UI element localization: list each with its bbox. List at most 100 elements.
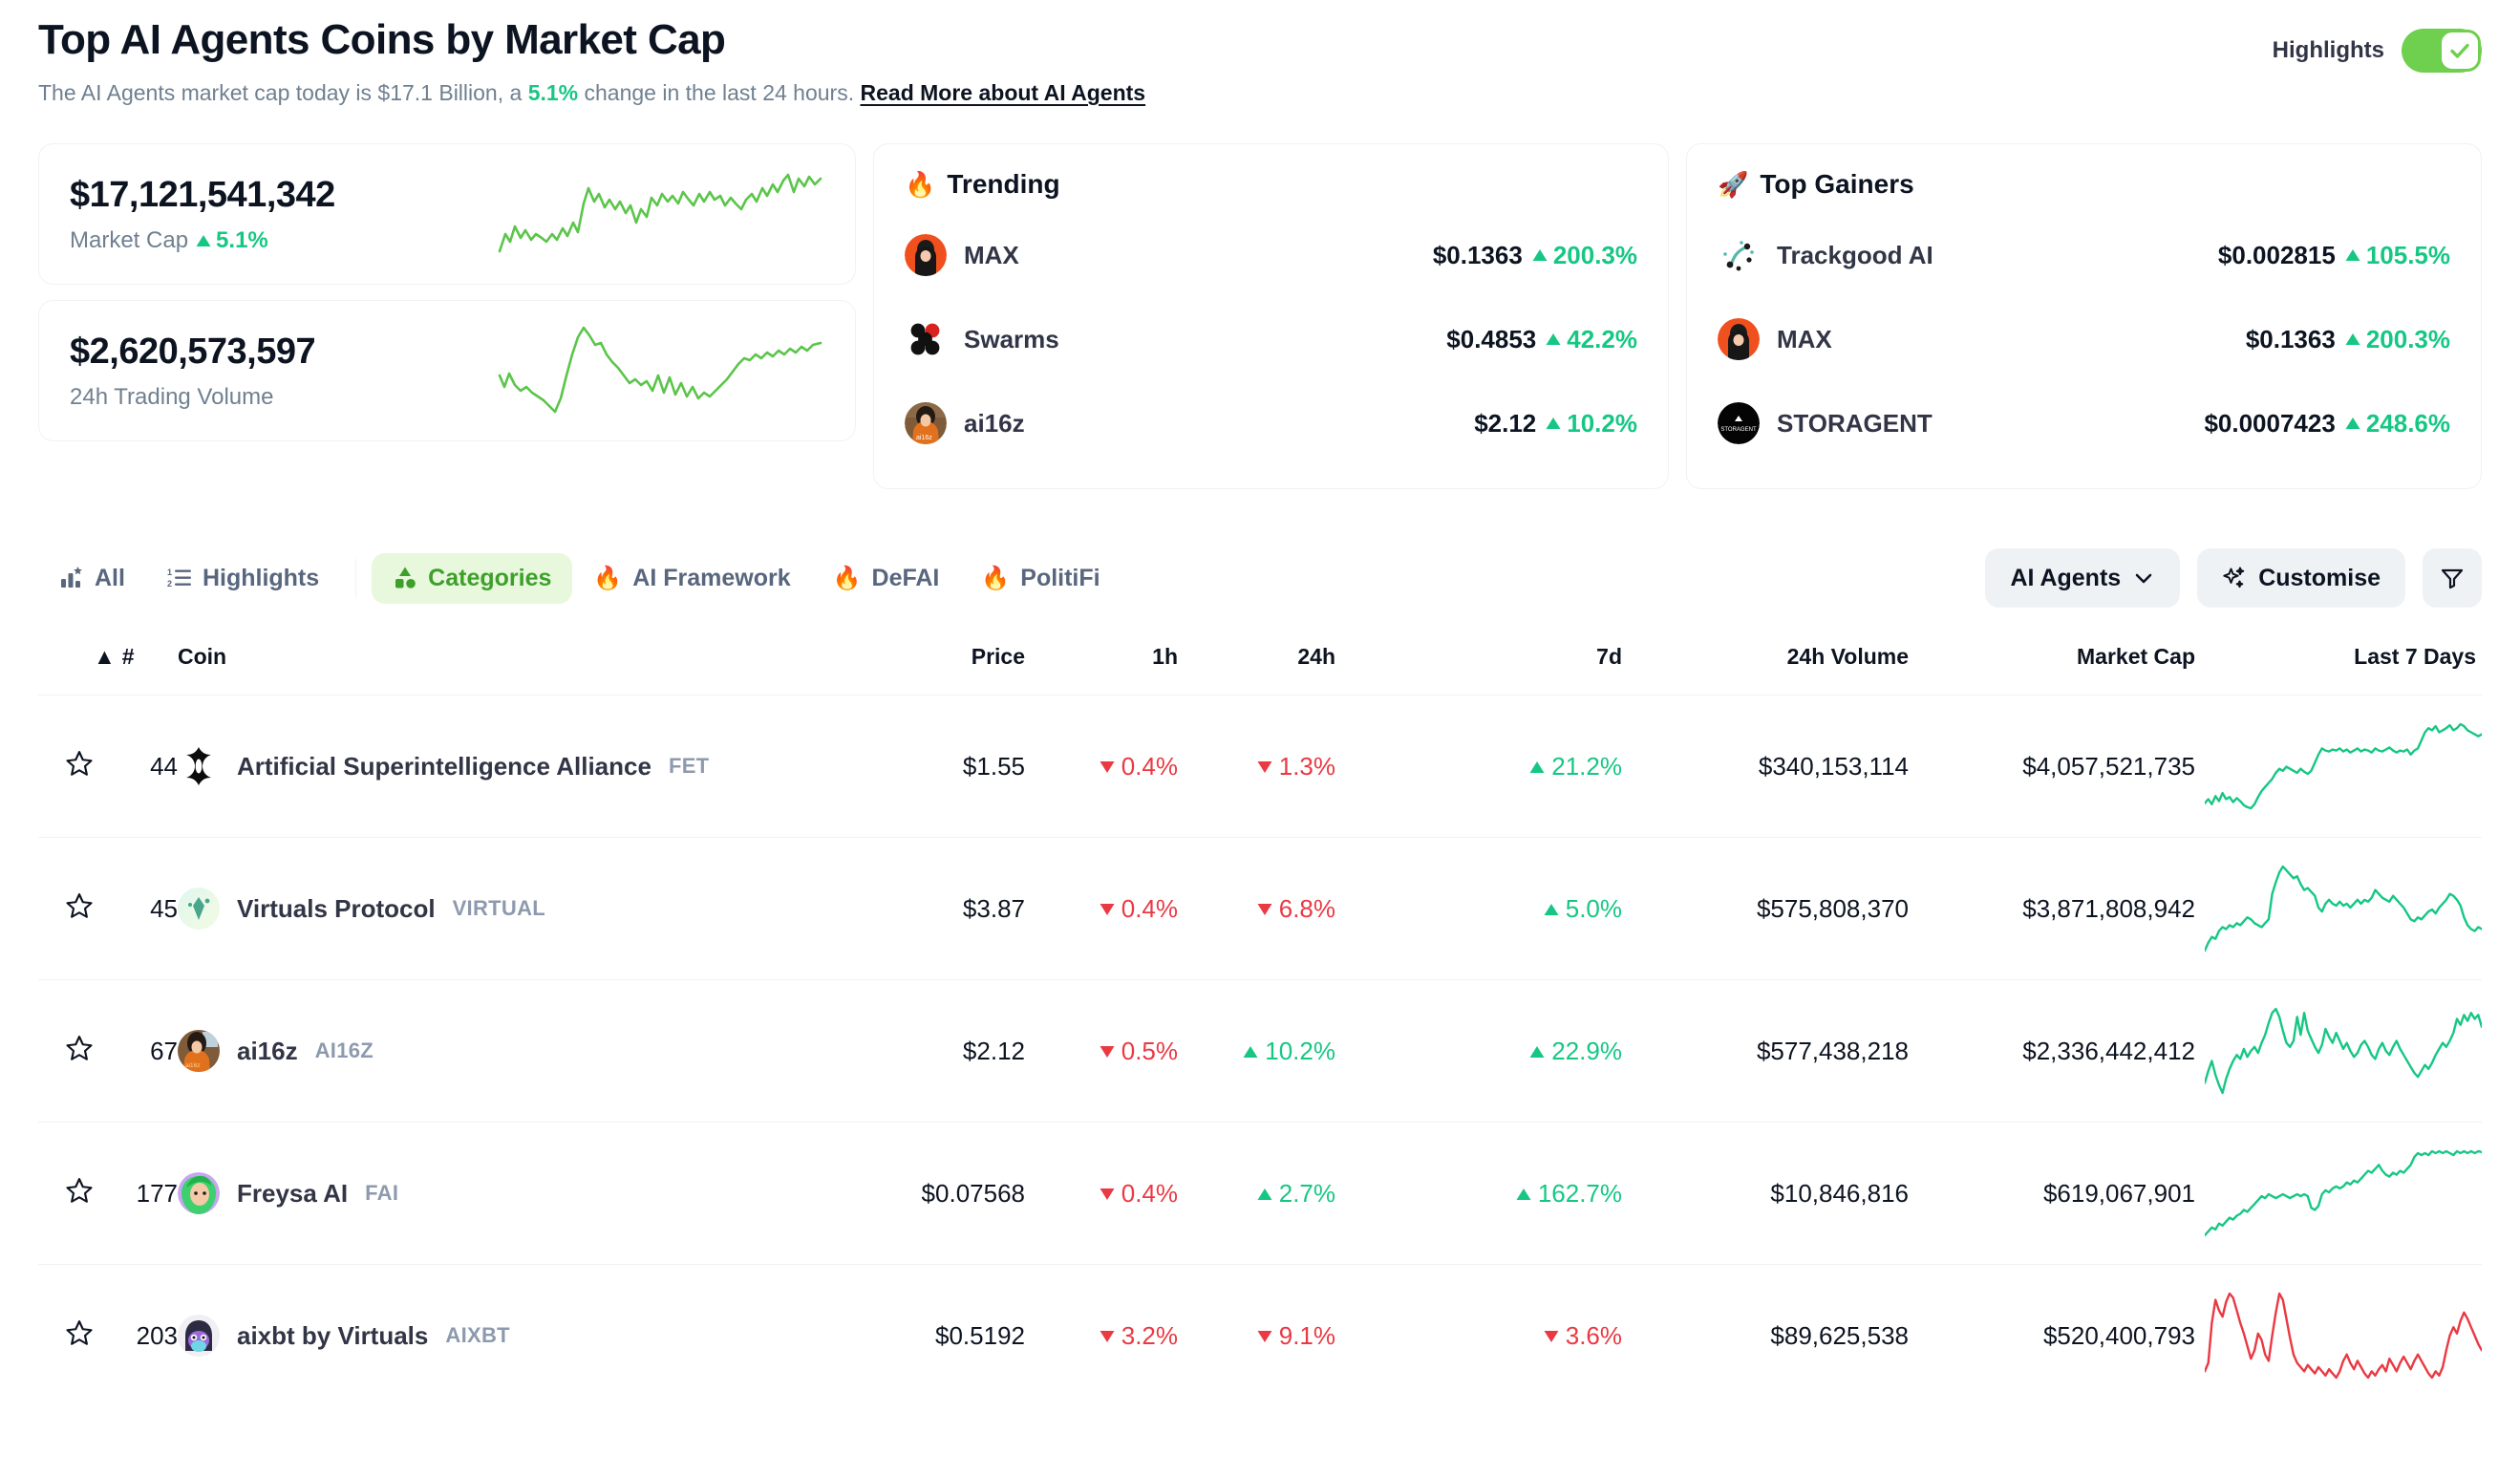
tab-all[interactable]: All [38,553,146,604]
trending-row-left: Swarms [905,318,1059,360]
market-cap-card[interactable]: $17,121,541,342 Market Cap 5.1% [38,143,856,286]
th-1h[interactable]: 1h [1025,631,1178,696]
tab-highlights-label: Highlights [202,564,320,591]
trending-coin-name: ai16z [964,408,1025,438]
coin-cell[interactable]: ai16z ai16z AI16Z [178,979,872,1123]
trending-coin-change: 200.3% [1532,241,1637,270]
favourite-star-icon[interactable] [65,749,94,778]
th-coin[interactable]: Coin [178,631,872,696]
tab-defai[interactable]: 🔥 DeFAI [812,553,961,604]
tab-politifi[interactable]: 🔥 PolitiFi [960,553,1121,604]
top-gainer-row-right: $0.002815 105.5% [2218,241,2450,270]
th-market-cap[interactable]: Market Cap [1909,631,2195,696]
favourite-star-icon[interactable] [65,1318,94,1347]
caret-up-icon [1516,1188,1531,1200]
favourite-cell[interactable] [38,695,94,838]
tab-defai-label: DeFAI [871,564,940,591]
sparkline-chart [2205,722,2482,810]
svg-text:ai16z: ai16z [185,1062,201,1069]
freysa-avatar-icon [178,1172,220,1215]
category-select[interactable]: AI Agents [1985,548,2181,609]
tab-categories[interactable]: Categories [372,552,573,604]
coin-cell[interactable]: aixbt by Virtuals AIXBT [178,1264,872,1407]
caret-down-icon [1100,1330,1115,1342]
ai16z-avatar-icon: ai16z [178,1030,220,1073]
favourite-star-icon[interactable] [65,1034,94,1062]
last-7-days-cell [2195,1264,2482,1407]
tab-ai-framework[interactable]: 🔥 AI Framework [572,553,811,604]
max-avatar-icon [1718,318,1760,361]
top-gainer-row[interactable]: STORAGENT STORAGENT $0.0007423 248.6% [1718,381,2450,465]
market-cap-change: 5.1% [196,227,268,254]
th-favourite [38,631,94,696]
trading-volume-card[interactable]: $2,620,573,597 24h Trading Volume [38,300,856,442]
trading-volume-sub: 24h Trading Volume [70,384,315,411]
favourite-star-icon[interactable] [65,891,94,920]
rank-cell: 44 [94,695,178,838]
trading-volume-label: 24h Trading Volume [70,383,274,410]
table-row[interactable]: 203 aixbt by Virtuals AIXBT $0.5192 3.2% 9.1%… [38,1264,2482,1407]
top-gainer-row[interactable]: Trackgood AI $0.002815 105.5% [1718,213,2450,297]
tab-politifi-label: PolitiFi [1020,564,1100,591]
favourite-cell[interactable] [38,837,94,980]
customise-button[interactable]: Customise [2197,548,2405,609]
table-header-row: ▲ # Coin Price 1h 24h 7d 24h Volume Marke… [38,631,2482,696]
trading-volume-sparkline [498,316,822,426]
trending-row-left: MAX [905,234,1019,277]
trending-title: 🔥 Trending [905,169,1637,200]
price-cell: $2.12 [872,979,1025,1123]
caret-up-icon [1529,1045,1545,1058]
caret-down-icon [1257,1330,1272,1342]
caret-up-icon [2345,333,2360,346]
favourite-cell[interactable] [38,979,94,1123]
th-24h[interactable]: 24h [1178,631,1335,696]
read-more-link[interactable]: Read More about AI Agents [861,80,1146,105]
market-cap-sub: Market Cap 5.1% [70,227,335,254]
change-7d-cell: 5.0% [1335,837,1622,980]
th-24h-volume[interactable]: 24h Volume [1622,631,1909,696]
last-7-days-cell [2195,837,2482,980]
favourite-star-icon[interactable] [65,1176,94,1205]
th-price[interactable]: Price [872,631,1025,696]
change-7d-cell: 22.9% [1335,979,1622,1123]
trending-row[interactable]: Swarms $0.4853 42.2% [905,297,1637,381]
coin-cell[interactable]: Virtuals Protocol VIRTUAL [178,837,872,980]
table-row[interactable]: 67 ai16z ai16z AI16Z $2.12 0.5% 10.2% 22.9% $577… [38,979,2482,1123]
table-row[interactable]: 45 Virtuals Protocol VIRTUAL $3.87 0.4% 6.8% 5… [38,837,2482,980]
price-cell: $3.87 [872,837,1025,980]
filter-tabs-row: All 1 2 Highlights Categories 🔥 AI Frame… [38,546,2482,610]
subtitle-change: 5.1% [527,79,579,105]
market-cap-value: $17,121,541,342 [70,174,335,215]
last-7-days-cell [2195,979,2482,1123]
trending-row-right: $2.12 10.2% [1474,409,1637,439]
coin-cell[interactable]: Freysa AI FAI [178,1122,872,1265]
table-row[interactable]: 44 Artificial Superintelligence Alliance F… [38,695,2482,838]
subtitle-prefix: The AI Agents market cap today is $17.1 … [38,79,528,105]
trending-row[interactable]: MAX $0.1363 200.3% [905,213,1637,297]
filter-button[interactable] [2423,548,2482,609]
trending-coin-price: $0.4853 [1446,324,1537,353]
caret-up-icon [2345,417,2360,430]
rank-cell: 177 [94,1122,178,1265]
favourite-cell[interactable] [38,1264,94,1407]
caret-up-icon [2345,249,2360,262]
coin-cell[interactable]: Artificial Superintelligence Alliance FET [178,695,872,838]
th-7d[interactable]: 7d [1335,631,1622,696]
trading-volume-value: $2,620,573,597 [70,331,316,372]
trending-coin-name: Swarms [964,324,1059,353]
caret-down-icon [1544,1330,1559,1342]
fire-icon: 🔥 [593,565,623,591]
sparkline-chart [2205,865,2482,953]
tab-categories-label: Categories [428,564,552,591]
highlights-toggle[interactable] [2402,29,2482,73]
sparkline-chart [2205,1007,2482,1095]
tab-highlights[interactable]: 1 2 Highlights [146,553,340,604]
top-gainer-row[interactable]: MAX $0.1363 200.3% [1718,297,2450,381]
coin-symbol: AI16Z [314,1038,374,1063]
table-row[interactable]: 177 Freysa AI FAI $0.07568 0.4% 2.7% 162.7% $10… [38,1122,2482,1265]
top-gainer-coin-change: 105.5% [2345,241,2450,270]
favourite-cell[interactable] [38,1122,94,1265]
coin-symbol: FAI [365,1181,399,1206]
trending-row[interactable]: ai16z ai16z $2.12 10.2% [905,381,1637,465]
th-rank[interactable]: ▲ # [94,631,178,696]
